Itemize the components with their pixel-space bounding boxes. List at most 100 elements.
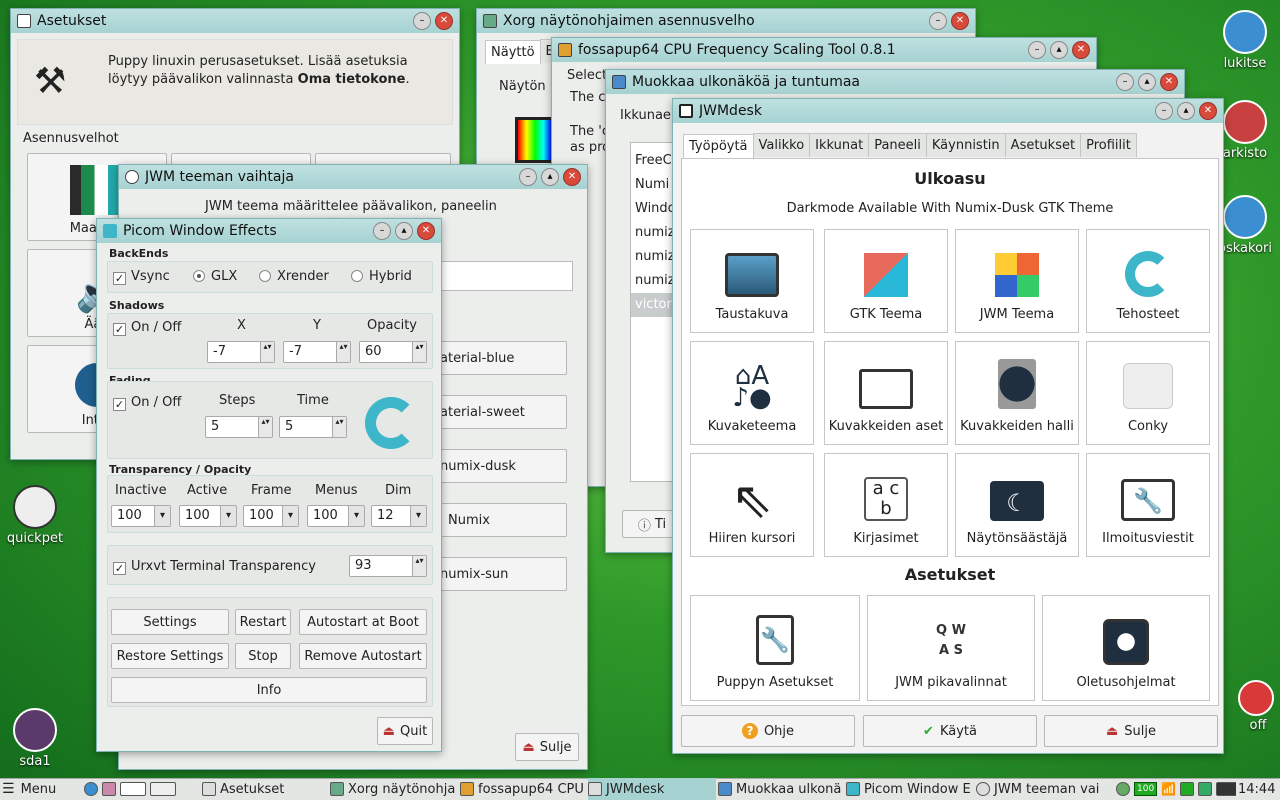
info-button[interactable]: Info	[111, 677, 427, 703]
maximize-button[interactable]: ▴	[541, 168, 559, 186]
tile-puppy-settings[interactable]: 🔧 Puppyn Asetukset	[690, 595, 860, 701]
tab-menu[interactable]: Valikko	[752, 133, 811, 157]
frame-combo[interactable]: 100	[243, 505, 299, 527]
maximize-button[interactable]: ▴	[1050, 41, 1068, 59]
close-button[interactable]: ✕	[951, 12, 969, 30]
menu-button[interactable]: ☰ Menu	[2, 778, 82, 800]
close-button[interactable]: ✕	[1160, 73, 1178, 91]
tile-effects[interactable]: Tehosteet	[1086, 229, 1210, 333]
desktop-icon-sda1[interactable]: sda1	[0, 708, 70, 769]
desktop-icon-quickpet[interactable]: quickpet	[0, 485, 70, 546]
minimize-button[interactable]: –	[413, 12, 431, 30]
close-button[interactable]: ✕	[1199, 102, 1217, 120]
apply-button[interactable]: ✔ Käytä	[863, 715, 1037, 747]
autostart-button[interactable]: Autostart at Boot	[299, 609, 427, 635]
browser-icon[interactable]	[84, 782, 98, 796]
urxvt-spinner[interactable]: 93	[349, 555, 427, 577]
tile-notifications[interactable]: 🔧 Ilmoitusviestit	[1086, 453, 1210, 557]
network-icon[interactable]	[1198, 782, 1213, 796]
menus-combo[interactable]: 100	[307, 505, 365, 527]
theme-button-3[interactable]: numix-dusk	[439, 449, 567, 483]
task-picom[interactable]: Picom Window E	[846, 778, 974, 800]
tile-jwm-theme[interactable]: JWM Teema	[955, 229, 1079, 333]
asetukset-titlebar[interactable]: Asetukset – ✕	[11, 9, 459, 33]
close-button[interactable]: ✕	[417, 222, 435, 240]
desktop-icon-off[interactable]: off	[1220, 680, 1280, 733]
clock[interactable]: 14:44	[1238, 778, 1280, 800]
close-button[interactable]: ✕	[435, 12, 453, 30]
shadow-opacity-spinner[interactable]: 60	[359, 341, 427, 363]
task-look[interactable]: Muokkaa ulkonä	[718, 778, 846, 800]
restart-button[interactable]: Restart	[235, 609, 291, 635]
jwmtheme-titlebar[interactable]: JWM teeman vaihtaja – ▴ ✕	[119, 165, 587, 189]
dim-combo[interactable]: 12	[371, 505, 427, 527]
tile-jwm-shortcuts[interactable]: Q WA S JWM pikavalinnat	[867, 595, 1035, 701]
shadows-checkbox[interactable]: ✓ On / Off	[113, 320, 181, 336]
tab-profiles[interactable]: Profiilit	[1080, 133, 1137, 157]
tile-icon-settings[interactable]: Kuvakkeiden aset	[824, 341, 948, 445]
tile-screensaver[interactable]: ☾ Näytönsäästäjä	[955, 453, 1079, 557]
restore-settings-button[interactable]: Restore Settings	[111, 643, 229, 669]
task-cpu[interactable]: fossapup64 CPU	[460, 778, 586, 800]
files-icon[interactable]	[102, 782, 116, 796]
quit-button[interactable]: ⏏ Quit	[377, 717, 433, 745]
tile-icon-theme[interactable]: ⌂A ♪● Kuvaketeema	[690, 341, 814, 445]
minimize-button[interactable]: –	[929, 12, 947, 30]
theme-field[interactable]	[439, 261, 573, 291]
tile-gtk-theme[interactable]: GTK Teema	[824, 229, 948, 333]
hybrid-radio[interactable]: Hybrid	[351, 269, 412, 284]
wifi-icon[interactable]: 📶	[1161, 782, 1176, 796]
theme-button-4[interactable]: Numix	[439, 503, 567, 537]
shadow-y-spinner[interactable]: -7	[283, 341, 351, 363]
minimize-button[interactable]: –	[373, 222, 391, 240]
terminal-icon[interactable]	[120, 782, 146, 796]
remove-autostart-button[interactable]: Remove Autostart	[299, 643, 427, 669]
fading-steps-spinner[interactable]: 5	[205, 416, 273, 438]
close-button[interactable]: ✕	[563, 168, 581, 186]
tab-windows[interactable]: Ikkunat	[809, 133, 870, 157]
fading-checkbox[interactable]: ✓ On / Off	[113, 395, 181, 411]
volume-icon[interactable]	[1216, 782, 1236, 796]
battery-indicator[interactable]: 100	[1134, 782, 1158, 796]
shadow-x-spinner[interactable]: -7	[207, 341, 275, 363]
minimize-button[interactable]: –	[1155, 102, 1173, 120]
tile-default-apps[interactable]: Oletusohjelmat	[1042, 595, 1210, 701]
glx-radio[interactable]: GLX	[193, 269, 237, 284]
theme-button-5[interactable]: numix-sun	[439, 557, 567, 591]
theme-button-2[interactable]: aterial-sweet	[439, 395, 567, 429]
minimize-button[interactable]: –	[1028, 41, 1046, 59]
tile-wallpaper[interactable]: Taustakuva	[690, 229, 814, 333]
tile-conky[interactable]: Conky	[1086, 341, 1210, 445]
picom-titlebar[interactable]: Picom Window Effects – ▴ ✕	[97, 219, 441, 243]
cpu-titlebar[interactable]: fossapup64 CPU Frequency Scaling Tool 0.…	[552, 38, 1096, 62]
jwmtheme-close-button[interactable]: ⏏ Sulje	[515, 733, 579, 761]
close-dialog-button[interactable]: ⏏ Sulje	[1044, 715, 1218, 747]
jwmdesk-titlebar[interactable]: JWMdesk – ▴ ✕	[673, 99, 1223, 123]
look-titlebar[interactable]: Muokkaa ulkonäköä ja tuntumaa – ▴ ✕	[606, 70, 1184, 94]
tab-settings[interactable]: Asetukset	[1004, 133, 1082, 157]
active-combo[interactable]: 100	[179, 505, 237, 527]
stop-button[interactable]: Stop	[235, 643, 291, 669]
window-switch-icon[interactable]	[150, 782, 176, 796]
tile-cursor[interactable]: ⇖ Hiiren kursori	[690, 453, 814, 557]
tab-display[interactable]: Näyttö	[485, 40, 541, 64]
tab-panel[interactable]: Paneeli	[868, 133, 927, 157]
theme-button-1[interactable]: aterial-blue	[439, 341, 567, 375]
tile-icon-manager[interactable]: Kuvakkeiden halli	[955, 341, 1079, 445]
task-asetukset[interactable]: Asetukset	[202, 778, 326, 800]
close-button[interactable]: ✕	[1072, 41, 1090, 59]
vsync-checkbox[interactable]: ✓ Vsync	[113, 269, 170, 285]
tab-launcher[interactable]: Käynnistin	[925, 133, 1006, 157]
shield-icon[interactable]	[1180, 782, 1195, 796]
fading-time-spinner[interactable]: 5	[279, 416, 347, 438]
urxvt-checkbox[interactable]: ✓ Urxvt Terminal Transparency	[113, 559, 316, 575]
inactive-combo[interactable]: 100	[111, 505, 171, 527]
task-jwmtheme[interactable]: JWM teeman vai	[976, 778, 1114, 800]
maximize-button[interactable]: ▴	[395, 222, 413, 240]
maximize-button[interactable]: ▴	[1138, 73, 1156, 91]
task-xorg[interactable]: Xorg näytönohja	[330, 778, 458, 800]
tile-fonts[interactable]: a c b Kirjasimet	[824, 453, 948, 557]
xorg-titlebar[interactable]: Xorg näytönohjaimen asennusvelho – ✕	[477, 9, 975, 33]
maximize-button[interactable]: ▴	[1177, 102, 1195, 120]
task-jwmdesk[interactable]: JWMdesk	[588, 778, 716, 800]
